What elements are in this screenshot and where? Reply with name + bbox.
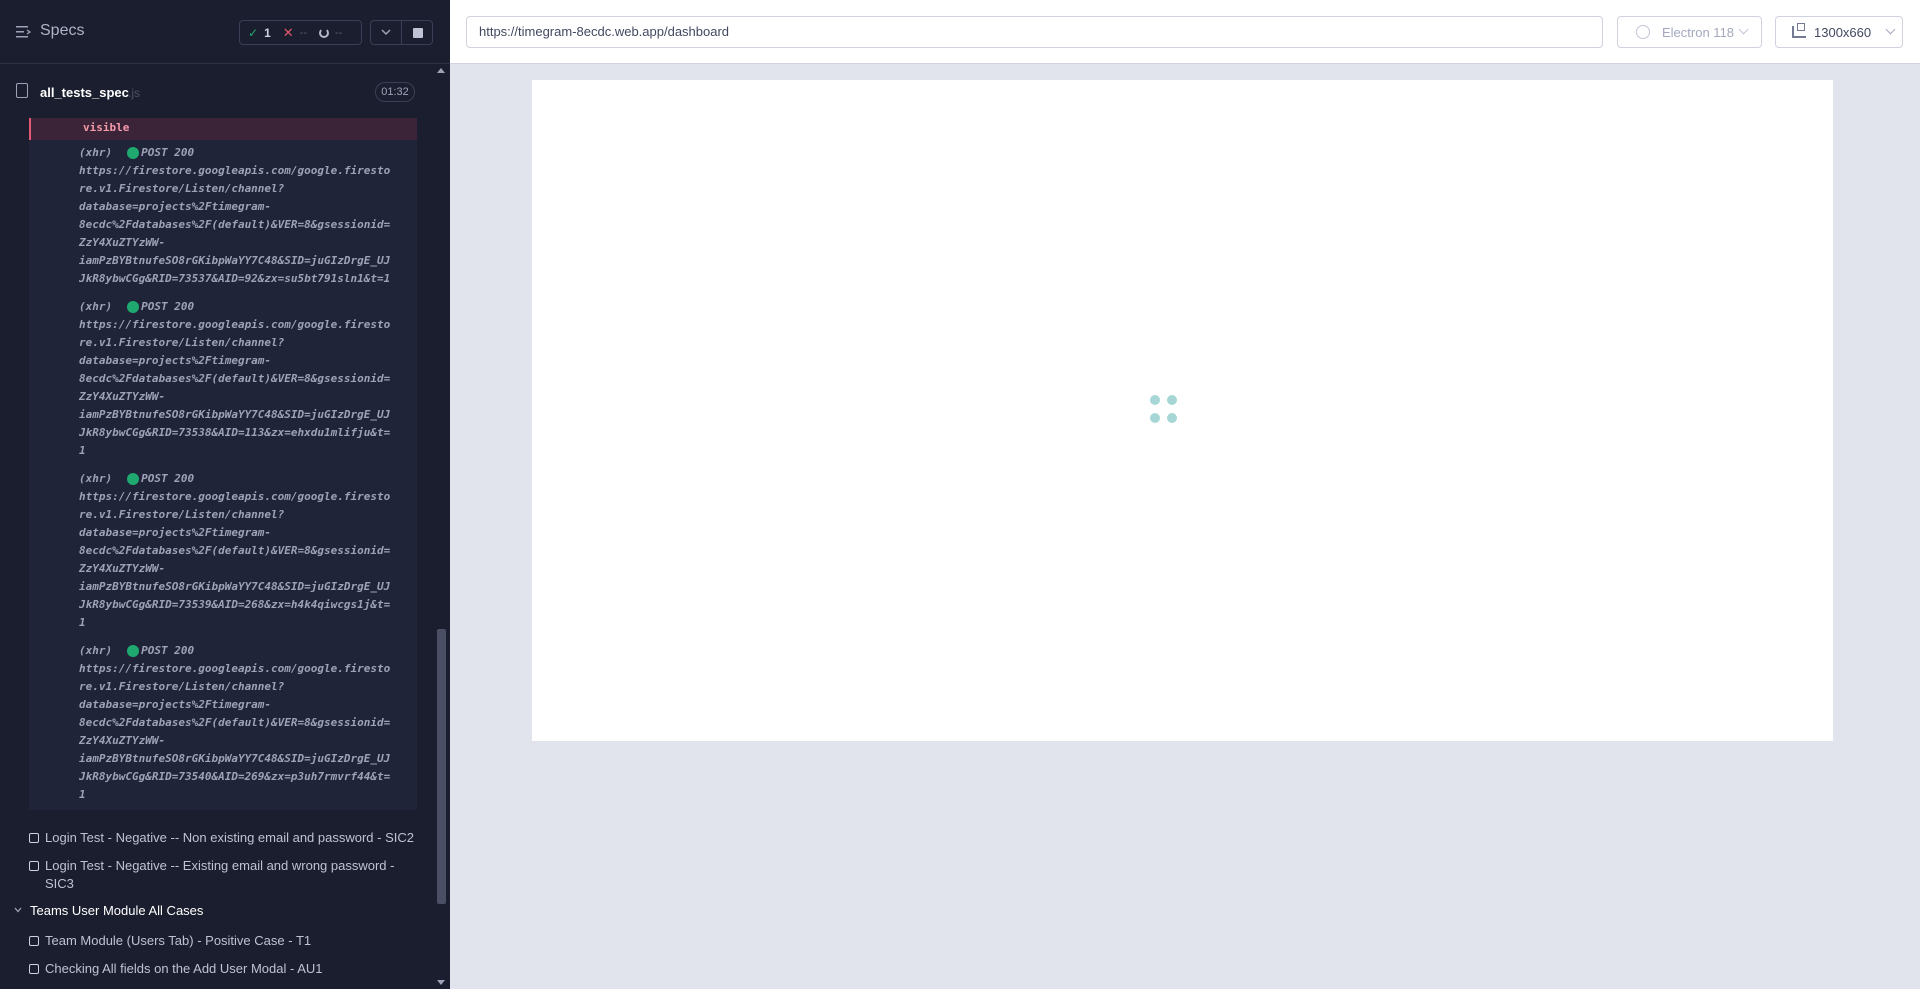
xhr-url-line: JkR8ybwCGg&RID=73540&AID=269&zx=p3uh7rmv… [79, 770, 391, 783]
spec-header: all_tests_spec .js 01:32 [0, 65, 433, 115]
status-dot-icon [127, 147, 140, 159]
test-title: Team Module (Users Tab) - Positive Case … [45, 933, 312, 948]
reporter-header: Specs ✓ 1 ✕ -- -- [0, 0, 450, 64]
stop-icon [413, 28, 423, 38]
chevron-down-icon [1738, 24, 1749, 35]
xhr-url-line: https://firestore.googleapis.com/google.… [79, 662, 391, 675]
assertion-text: visible [83, 121, 130, 134]
xhr-url-line: iamPzBYBtnufeSO8rGKibpWaYY7C48&SID=juGIz… [79, 254, 391, 267]
xhr-url-line: 1 [79, 444, 86, 457]
xhr-url-line: JkR8ybwCGg&RID=73538&AID=113&zx=ehxdu1ml… [79, 426, 391, 439]
xhr-url-line: ZzY4XuZTYzWW- [79, 236, 166, 249]
url-field[interactable]: https://timegram-8ecdc.web.app/dashboard [466, 16, 1603, 48]
document-icon [16, 83, 28, 98]
xhr-url-line: 1 [79, 616, 86, 629]
xhr-url-line: re.v1.Firestore/Listen/channel? [79, 680, 285, 693]
status-dot-icon [127, 645, 140, 657]
xhr-url-line: 8ecdc%2Fdatabases%2F(default)&VER=8&gses… [79, 218, 391, 231]
assertion-row[interactable]: visible [29, 118, 417, 140]
xhr-url-line: re.v1.Firestore/Listen/channel? [79, 336, 285, 349]
browser-selector[interactable]: Electron 118 [1617, 16, 1762, 48]
failed-count: -- [299, 26, 307, 39]
xhr-url-line: 8ecdc%2Fdatabases%2F(default)&VER=8&gses… [79, 716, 391, 729]
xhr-tag: (xhr) [79, 472, 113, 485]
aut-panel: https://timegram-8ecdc.web.app/dashboard… [450, 0, 1920, 989]
xhr-url-line: https://firestore.googleapis.com/google.… [79, 490, 391, 503]
xhr-url-line: 1 [79, 788, 86, 801]
xhr-tag: (xhr) [79, 300, 113, 313]
xhr-url-line: https://firestore.googleapis.com/google.… [79, 164, 391, 177]
test-title: Login Test - Negative -- Non existing em… [45, 830, 414, 845]
xhr-log-entry[interactable]: (xhr) POST 200 https://firestore.googlea… [79, 642, 409, 804]
xhr-url-line: database=projects%2Ftimegram- [79, 698, 272, 711]
spec-name[interactable]: all_tests_spec [40, 85, 129, 100]
x-icon: ✕ [282, 24, 294, 40]
test-pending-icon [29, 861, 39, 871]
command-log-panel: Specs ✓ 1 ✕ -- -- all_tests_spec .js 01:… [0, 0, 450, 989]
xhr-url-line: https://firestore.googleapis.com/google.… [79, 318, 391, 331]
xhr-url-line: 8ecdc%2Fdatabases%2F(default)&VER=8&gses… [79, 544, 391, 557]
spec-duration: 01:32 [375, 82, 415, 102]
xhr-url-line: JkR8ybwCGg&RID=73537&AID=92&zx=su5bt791s… [79, 272, 391, 285]
xhr-tag: (xhr) [79, 146, 113, 159]
test-title: Login Test - Negative -- Existing email … [45, 858, 395, 891]
xhr-status: POST 200 [141, 472, 195, 485]
xhr-url-line: ZzY4XuZTYzWW- [79, 390, 166, 403]
xhr-url-line: re.v1.Firestore/Listen/channel? [79, 182, 285, 195]
xhr-url-line: iamPzBYBtnufeSO8rGKibpWaYY7C48&SID=juGIz… [79, 408, 391, 421]
browser-label: Electron 118 [1662, 25, 1735, 40]
xhr-status: POST 200 [141, 300, 195, 313]
chevron-down-icon [1885, 24, 1896, 35]
xhr-url-line: iamPzBYBtnufeSO8rGKibpWaYY7C48&SID=juGIz… [79, 752, 391, 765]
scroll-up-icon[interactable] [437, 68, 445, 73]
xhr-url-line: database=projects%2Ftimegram- [79, 526, 272, 539]
xhr-url-line: re.v1.Firestore/Listen/channel? [79, 508, 285, 521]
chevron-down-icon [381, 29, 391, 36]
test-pending-icon [29, 964, 39, 974]
test-stats: ✓ 1 ✕ -- -- [239, 20, 362, 45]
xhr-url-line: iamPzBYBtnufeSO8rGKibpWaYY7C48&SID=juGIz… [79, 580, 391, 593]
scroll-down-icon[interactable] [437, 980, 445, 985]
passed-count: 1 [264, 25, 271, 40]
chevron-down-icon [14, 907, 22, 913]
specs-title[interactable]: Specs [40, 22, 84, 40]
viewport-selector[interactable]: 1300x660 [1775, 16, 1903, 48]
viewport-icon [1792, 23, 1806, 38]
xhr-url-line: JkR8ybwCGg&RID=73539&AID=268&zx=h4k4qiwc… [79, 598, 391, 611]
status-dot-icon [127, 473, 140, 485]
suite-title: Teams User Module All Cases [30, 903, 204, 918]
aut-iframe[interactable] [532, 80, 1833, 741]
xhr-url-line: database=projects%2Ftimegram- [79, 200, 272, 213]
status-dot-icon [127, 301, 140, 313]
test-pending-icon [29, 833, 39, 843]
command-log: visible (xhr) POST 200 https://firestore… [29, 118, 417, 810]
xhr-url-line: ZzY4XuZTYzWW- [79, 562, 166, 575]
command-log-scrollbar[interactable] [433, 64, 450, 989]
stop-button[interactable] [401, 20, 433, 45]
loading-spinner-icon [1150, 395, 1180, 425]
xhr-status: POST 200 [141, 644, 195, 657]
xhr-url-line: ZzY4XuZTYzWW- [79, 734, 166, 747]
test-title: Checking All fields on the Add User Moda… [45, 961, 323, 976]
check-icon: ✓ [248, 25, 259, 40]
test-pending-icon [29, 936, 39, 946]
aut-header: https://timegram-8ecdc.web.app/dashboard… [450, 0, 1920, 64]
electron-icon [1636, 25, 1650, 39]
xhr-url-line: database=projects%2Ftimegram- [79, 354, 272, 367]
specs-list-icon[interactable] [16, 25, 32, 39]
xhr-url-line: 8ecdc%2Fdatabases%2F(default)&VER=8&gses… [79, 372, 391, 385]
pending-count: -- [334, 26, 343, 39]
xhr-log-entry[interactable]: (xhr) POST 200 https://firestore.googlea… [79, 298, 409, 460]
scroll-thumb[interactable] [437, 629, 446, 904]
xhr-status: POST 200 [141, 146, 195, 159]
viewport-label: 1300x660 [1814, 25, 1872, 40]
auto-scroll-dropdown-button[interactable] [370, 20, 402, 45]
xhr-tag: (xhr) [79, 644, 113, 657]
xhr-log-entry[interactable]: (xhr) POST 200 https://firestore.googlea… [79, 144, 409, 288]
spec-extension: .js [128, 86, 140, 100]
pending-icon [318, 27, 329, 38]
xhr-log-entry[interactable]: (xhr) POST 200 https://firestore.googlea… [79, 470, 409, 632]
